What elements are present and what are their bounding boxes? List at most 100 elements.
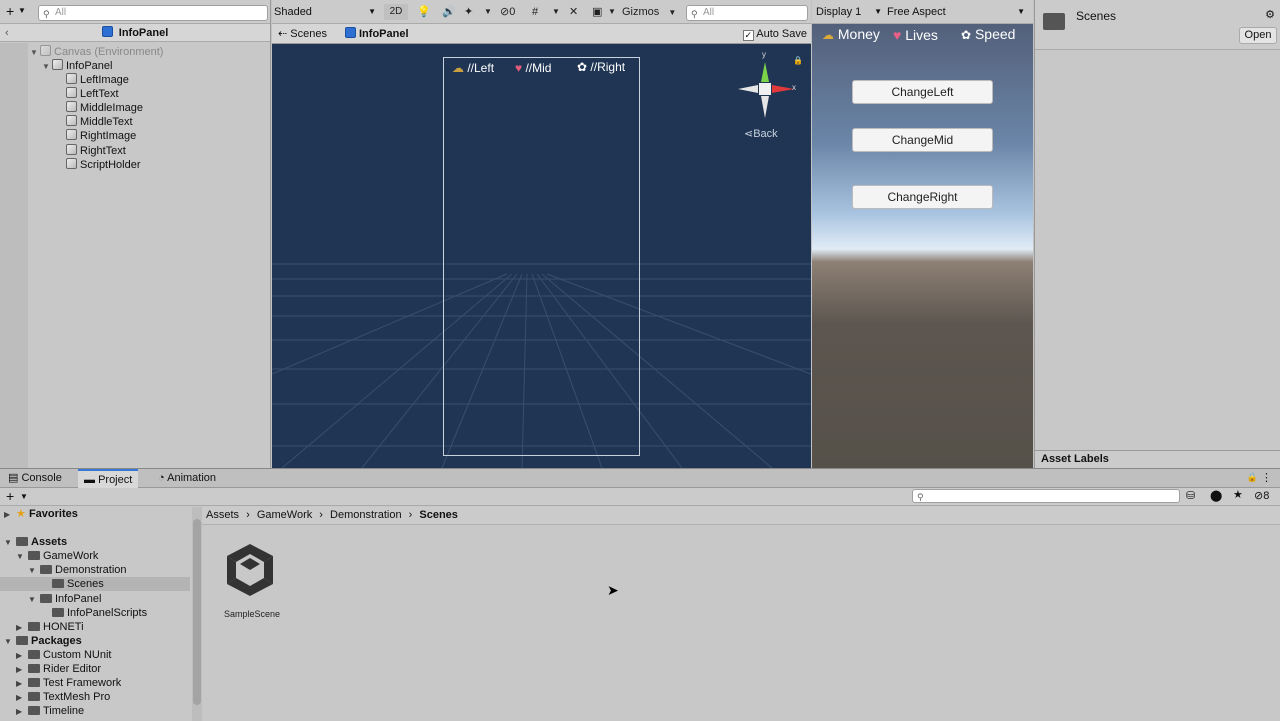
hidden-packages-toggle[interactable]: ⊘8 [1254, 489, 1269, 502]
tree-item-label: ScriptHolder [80, 159, 141, 171]
hidden-objects-toggle[interactable]: ⊘0 [500, 4, 515, 20]
effects-icon[interactable]: ✦ [464, 4, 473, 20]
tree-item-middletext[interactable]: MiddleText [66, 115, 133, 129]
tree-item-scriptholder[interactable]: ScriptHolder [66, 158, 141, 172]
shading-dropdown[interactable]: Shaded ▼ [274, 4, 378, 20]
audio-icon[interactable]: 🔊 [442, 4, 456, 20]
tree-gamework[interactable]: ▼ GameWork [16, 549, 98, 563]
breadcrumb-gamework[interactable]: GameWork [257, 509, 312, 521]
scene-viewport[interactable]: ☁ //Left ♥ //Mid ✿ //Right y x 🔒 ⋖Back [272, 44, 811, 468]
tab-console[interactable]: ▤ Console [2, 469, 68, 488]
collapse-icon[interactable]: ▶ [16, 621, 28, 635]
add-icon[interactable]: + [6, 3, 14, 19]
expand-icon[interactable]: ▼ [42, 60, 52, 74]
chevron-down-icon[interactable]: ▼ [20, 492, 28, 501]
scrollbar-thumb[interactable] [193, 519, 201, 705]
asset-item-samplescene[interactable]: SampleScene [214, 536, 290, 626]
auto-save-toggle[interactable]: ✓ Auto Save [742, 27, 807, 41]
scene-label-mid[interactable]: ♥ //Mid [515, 61, 551, 75]
tree-item-canvas[interactable]: ▼ Canvas (Environment) [30, 45, 163, 59]
hierarchy-search-input[interactable]: ⚲ All [38, 5, 268, 21]
open-button[interactable]: Open [1239, 27, 1277, 44]
tab-animation[interactable]: ◔ Animation [152, 469, 222, 488]
tree-item-middleimage[interactable]: MiddleImage [66, 101, 143, 115]
hidden-count: 8 [1263, 490, 1270, 502]
add-icon[interactable]: + [6, 488, 14, 504]
breadcrumb-demonstration[interactable]: Demonstration [330, 509, 402, 521]
chevron-down-icon[interactable]: ▼ [552, 4, 560, 20]
tree-honeti[interactable]: ▶ HONETi [16, 620, 84, 634]
asset-labels-header[interactable]: Asset Labels [1035, 450, 1280, 468]
tab-project[interactable]: ▬ Project [78, 469, 139, 488]
tree-custom-nunit[interactable]: ▶ Custom NUnit [16, 648, 111, 662]
scene-label-left[interactable]: ☁ //Left [452, 61, 494, 75]
tree-textmesh-pro[interactable]: ▶ TextMesh Pro [16, 690, 110, 704]
folder-icon [28, 551, 40, 560]
expand-icon[interactable]: ▼ [28, 564, 40, 578]
collapse-icon[interactable]: ▶ [16, 705, 28, 719]
lock-icon[interactable]: 🔒 [793, 56, 803, 65]
chevron-down-icon[interactable]: ▼ [18, 6, 26, 15]
chevron-down-icon[interactable]: ▼ [484, 4, 492, 20]
back-arrow-icon[interactable]: ‹ [5, 24, 9, 42]
expand-icon[interactable]: ▼ [28, 593, 40, 607]
tree-item-rightimage[interactable]: RightImage [66, 129, 136, 143]
tree-timeline[interactable]: ▶ Timeline [16, 704, 84, 718]
change-right-button[interactable]: ChangeRight [852, 185, 993, 209]
change-left-button[interactable]: ChangeLeft [852, 80, 993, 104]
hierarchy-toolbar: + ▼ ⚲ All [0, 0, 270, 24]
chevron-down-icon[interactable]: ▼ [608, 4, 616, 20]
breadcrumb-scenes[interactable]: Scenes [419, 509, 458, 521]
change-mid-button[interactable]: ChangeMid [852, 128, 993, 152]
game-viewport[interactable]: ☁ Money ♥ Lives ✿ Speed ChangeLeft Chang… [812, 24, 1033, 468]
tree-scrollbar[interactable] [192, 507, 202, 721]
collapse-icon[interactable]: ▶ [4, 508, 16, 522]
breadcrumb-scenes[interactable]: ⇠ Scenes [278, 26, 327, 42]
lighting-icon[interactable]: 💡 [417, 4, 431, 20]
collapse-icon[interactable]: ▶ [16, 663, 28, 677]
collapse-icon[interactable]: ▶ [16, 649, 28, 663]
tree-packages[interactable]: ▼ Packages [4, 634, 82, 648]
tree-test-framework[interactable]: ▶ Test Framework [16, 676, 121, 690]
expand-icon[interactable]: ▼ [16, 550, 28, 564]
tree-demonstration[interactable]: ▼ Demonstration [28, 563, 127, 577]
toggle-2d-button[interactable]: 2D [384, 4, 408, 20]
canvas-rect[interactable] [443, 57, 640, 456]
tree-infopanel[interactable]: ▼ InfoPanel [28, 592, 101, 606]
tree-assets[interactable]: ▼ Assets [4, 535, 67, 549]
expand-icon[interactable]: ▼ [4, 536, 16, 550]
tree-favorites[interactable]: ▶ ★ Favorites [4, 507, 78, 521]
expand-icon[interactable]: ▼ [30, 46, 40, 60]
tree-item-leftimage[interactable]: LeftImage [66, 73, 129, 87]
lock-icon[interactable]: 🔒 [1247, 472, 1258, 483]
gizmos-dropdown[interactable]: Gizmos ▼ [622, 4, 676, 20]
star-icon[interactable]: ★ [1233, 488, 1243, 501]
tree-infopanel-scripts[interactable]: InfoPanelScripts [52, 606, 147, 620]
breadcrumb-assets[interactable]: Assets [206, 509, 239, 521]
label-icon[interactable]: ⬤ [1210, 489, 1222, 502]
more-icon[interactable]: ⋮ [1261, 471, 1272, 484]
orientation-gizmo[interactable]: y x 🔒 [738, 50, 803, 122]
tree-item-righttext[interactable]: RightText [66, 144, 126, 158]
search-by-type-icon[interactable]: ⛁ [1186, 489, 1195, 502]
grid-icon[interactable]: # [532, 4, 538, 20]
collapse-icon[interactable]: ▶ [16, 677, 28, 691]
tree-item-infopanel[interactable]: ▼ InfoPanel [42, 59, 112, 73]
tree-rider-editor[interactable]: ▶ Rider Editor [16, 662, 101, 676]
tree-scenes-selected[interactable]: Scenes [0, 577, 190, 591]
camera-icon[interactable]: ▣ [592, 4, 602, 20]
tree-item-lefttext[interactable]: LeftText [66, 87, 119, 101]
breadcrumb-infopanel[interactable]: InfoPanel [345, 26, 409, 42]
collapse-icon[interactable]: ▶ [16, 691, 28, 705]
checkbox-checked-icon[interactable]: ✓ [742, 30, 754, 41]
tools-icon[interactable]: ✕ [569, 4, 578, 20]
display-dropdown[interactable]: Display 1 ▼ [816, 4, 882, 20]
aspect-dropdown[interactable]: Free Aspect ▼ [887, 4, 1029, 20]
scene-label-right[interactable]: ✿ //Right [577, 60, 625, 74]
speed-icon: ✿ [961, 28, 972, 42]
project-search-input[interactable]: ⚲ [912, 489, 1180, 503]
settings-icon[interactable]: ⚙ [1265, 8, 1275, 21]
scene-search-input[interactable]: ⚲ All [686, 5, 808, 21]
view-direction-back[interactable]: ⋖Back [744, 127, 778, 140]
expand-icon[interactable]: ▼ [4, 635, 16, 649]
